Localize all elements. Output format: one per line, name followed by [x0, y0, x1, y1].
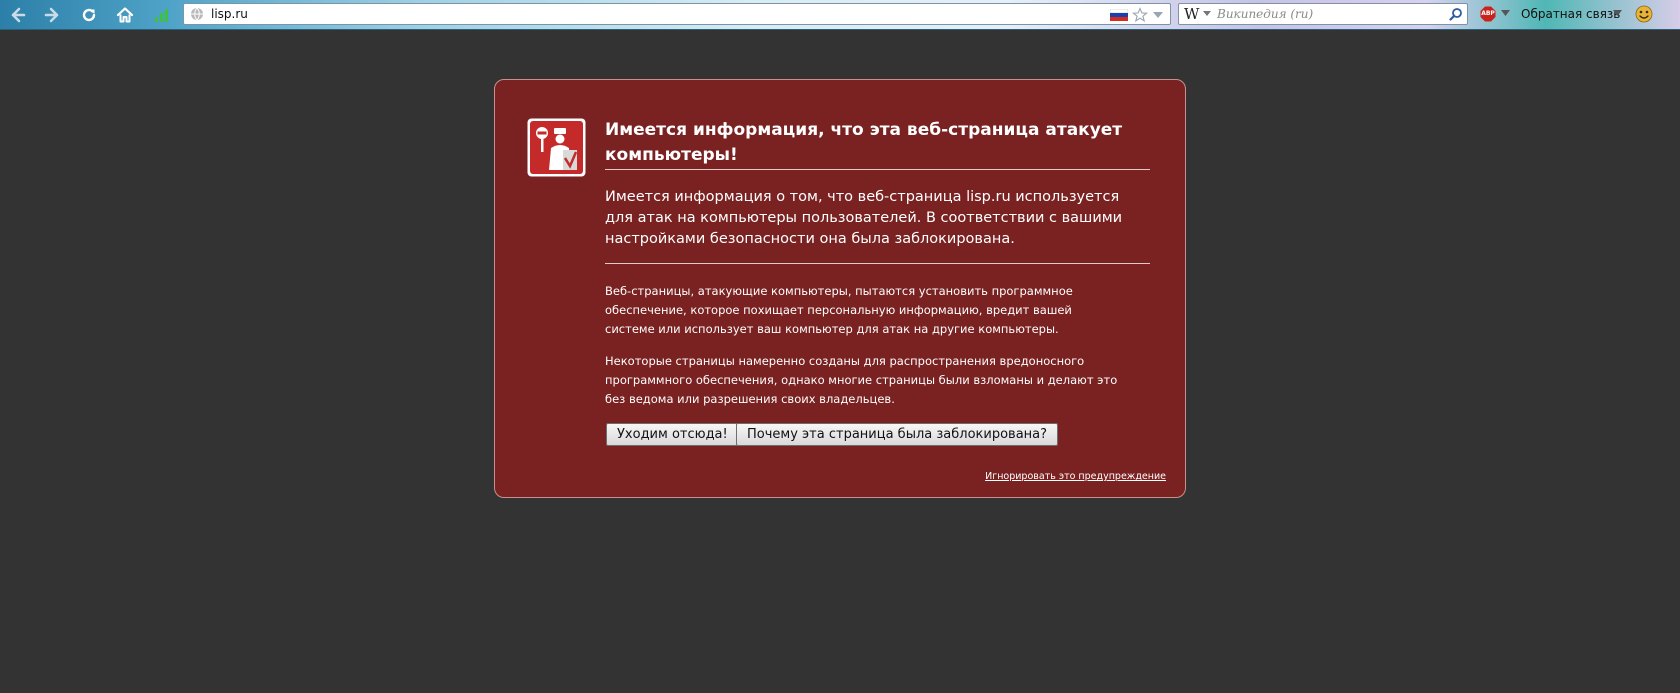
adblock-button[interactable]: ABP: [1480, 6, 1496, 22]
feedback-button[interactable]: Обратная связь: [1521, 7, 1620, 21]
get-out-button[interactable]: Уходим отсюда!: [606, 423, 739, 446]
lead-divider: [605, 263, 1150, 264]
adblock-badge: ABP: [1481, 10, 1495, 17]
address-bar[interactable]: lisp.ru: [183, 3, 1171, 25]
search-bar[interactable]: W Википедия (ru): [1178, 3, 1468, 25]
chevron-down-icon[interactable]: [1501, 10, 1510, 17]
back-button[interactable]: [6, 3, 30, 27]
blocked-site-icon: [527, 118, 586, 177]
forward-button[interactable]: [40, 3, 64, 27]
globe-icon: [191, 7, 203, 21]
star-icon[interactable]: [1132, 7, 1148, 23]
connection-indicator[interactable]: [150, 3, 174, 27]
home-icon: [116, 7, 134, 23]
ignore-warning-link[interactable]: Игнорировать это предупреждение: [985, 471, 1166, 482]
reload-button[interactable]: [77, 3, 101, 27]
warning-paragraph-2: Некоторые страницы намеренно созданы для…: [605, 354, 1118, 406]
wikipedia-icon[interactable]: W: [1184, 5, 1199, 23]
warning-paragraph-1: Веб-страницы, атакующие компьютеры, пыта…: [605, 284, 1073, 336]
smiley-icon[interactable]: [1635, 5, 1653, 23]
title-divider: [605, 169, 1150, 170]
signal-icon: [155, 9, 168, 22]
why-blocked-button[interactable]: Почему эта страница была заблокирована?: [736, 423, 1059, 446]
search-input[interactable]: Википедия (ru): [1217, 7, 1313, 21]
reload-icon: [82, 8, 96, 22]
browser-toolbar: lisp.ru W Википедия (ru) ABP Обратная св…: [0, 0, 1680, 30]
warning-title: Имеется информация, что эта веб-страница…: [605, 120, 1123, 165]
dropdown-arrow-icon[interactable]: [1152, 10, 1164, 20]
malware-warning-panel: Имеется информация, что эта веб-страница…: [494, 79, 1186, 498]
url-text[interactable]: lisp.ru: [211, 7, 248, 21]
search-icon[interactable]: [1449, 7, 1463, 21]
back-icon: [11, 7, 26, 23]
warning-lead-text: Имеется информация о том, что веб-страни…: [605, 189, 1123, 247]
chevron-down-icon[interactable]: [1613, 10, 1622, 17]
forward-icon: [44, 7, 59, 23]
dropdown-arrow-icon[interactable]: [1203, 11, 1211, 17]
russia-flag-icon: [1110, 9, 1128, 21]
home-button[interactable]: [113, 3, 137, 27]
